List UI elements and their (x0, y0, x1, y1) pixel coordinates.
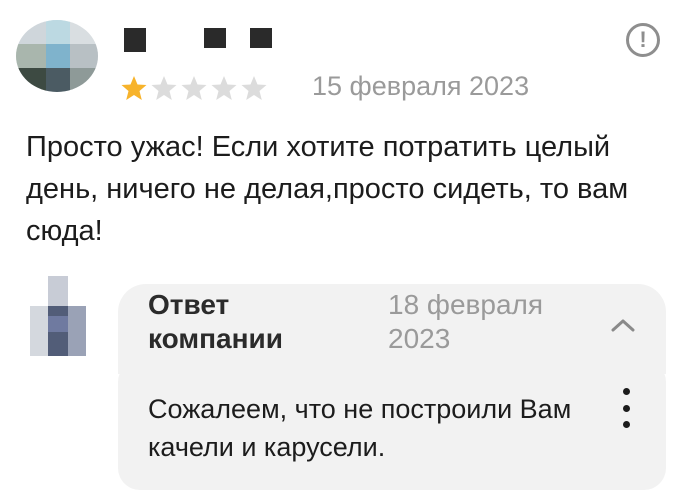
reply-text: Сожалеем, что не построили Вам качели и … (148, 394, 572, 462)
reply-title: Ответ компании (148, 289, 283, 354)
review-card: 15 февраля 2023 ! Просто ужас! Если хоти… (0, 0, 700, 500)
reviewer-avatar[interactable] (16, 20, 98, 92)
report-button[interactable]: ! (626, 23, 660, 57)
more-dot (622, 421, 630, 428)
collapse-reply-button[interactable] (606, 308, 640, 342)
company-avatar[interactable] (30, 276, 106, 356)
star-empty-icon (241, 76, 267, 100)
star-filled-icon (121, 76, 147, 100)
more-options-button[interactable] (612, 384, 640, 432)
review-text: Просто ужас! Если хотите потратить целый… (26, 131, 629, 247)
chevron-up-icon (611, 319, 635, 332)
star-empty-icon (211, 76, 237, 100)
more-dot (622, 388, 630, 395)
company-reply-body: Сожалеем, что не построили Вам качели и … (118, 360, 666, 490)
star-empty-icon (151, 76, 177, 100)
more-dot (622, 404, 630, 412)
exclamation-icon: ! (639, 27, 647, 52)
reply-date: 18 февраля 2023 (388, 289, 544, 354)
review-date: 15 февраля 2023 (312, 71, 530, 101)
star-empty-icon (181, 76, 207, 100)
star-rating (120, 74, 268, 102)
